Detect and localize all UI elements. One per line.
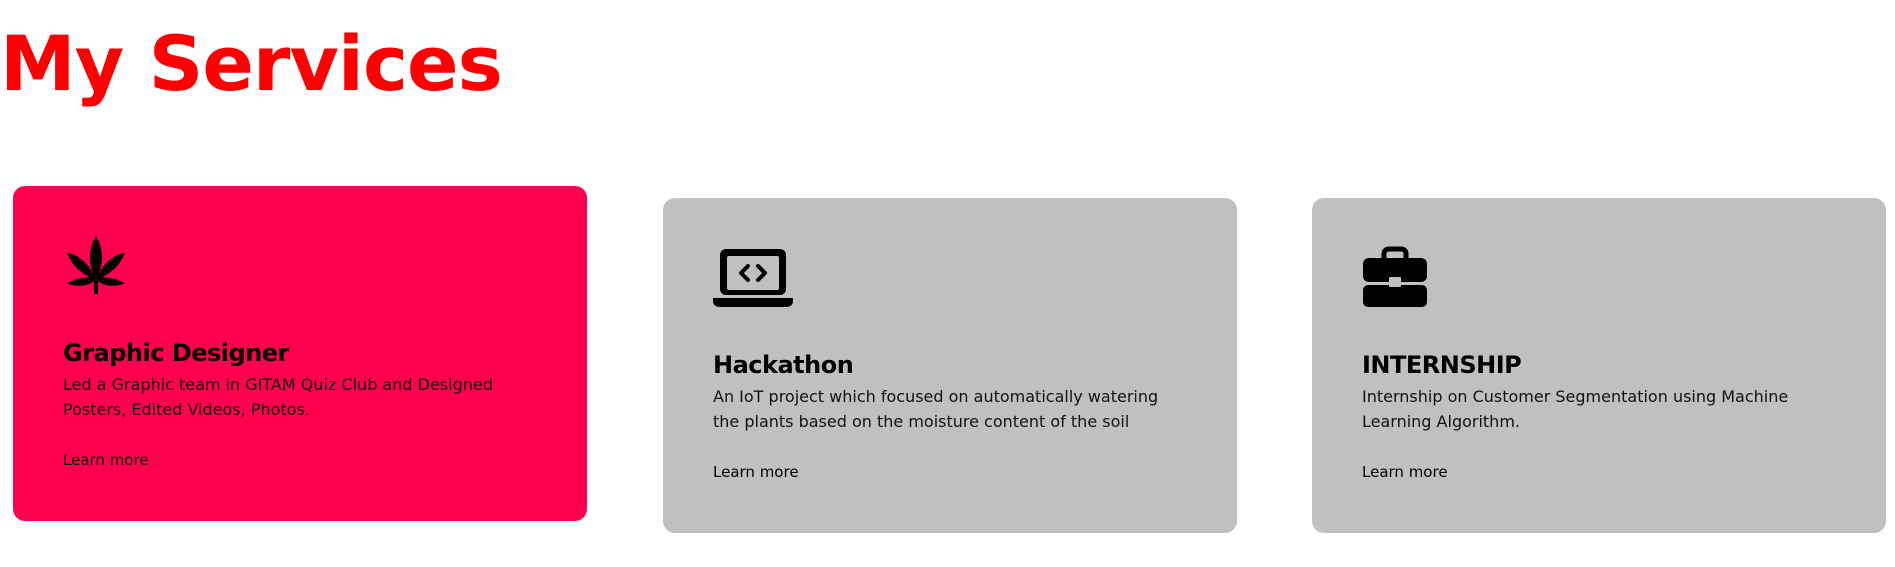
section-title: My Services [0, 19, 503, 108]
service-title: INTERNSHIP [1362, 351, 1522, 379]
learn-more-link[interactable]: Learn more [713, 462, 799, 482]
service-title: Graphic Designer [63, 339, 289, 367]
cannabis-leaf-icon [63, 234, 145, 300]
service-description: Led a Graphic team in GITAM Quiz Club an… [63, 375, 493, 419]
service-description: An IoT project which focused on automati… [713, 387, 1159, 431]
service-card-internship: INTERNSHIP Internship on Customer Segmen… [1312, 198, 1886, 533]
service-card-graphic-designer: Graphic Designer Led a Graphic team in G… [13, 186, 587, 521]
service-description: Internship on Customer Segmentation usin… [1362, 387, 1789, 431]
laptop-code-icon [713, 246, 795, 312]
briefcase-icon [1362, 246, 1444, 312]
learn-more-link[interactable]: Learn more [1362, 462, 1448, 482]
service-card-hackathon: Hackathon An IoT project which focused o… [663, 198, 1237, 533]
service-title: Hackathon [713, 351, 854, 379]
learn-more-link[interactable]: Learn more [63, 450, 149, 470]
